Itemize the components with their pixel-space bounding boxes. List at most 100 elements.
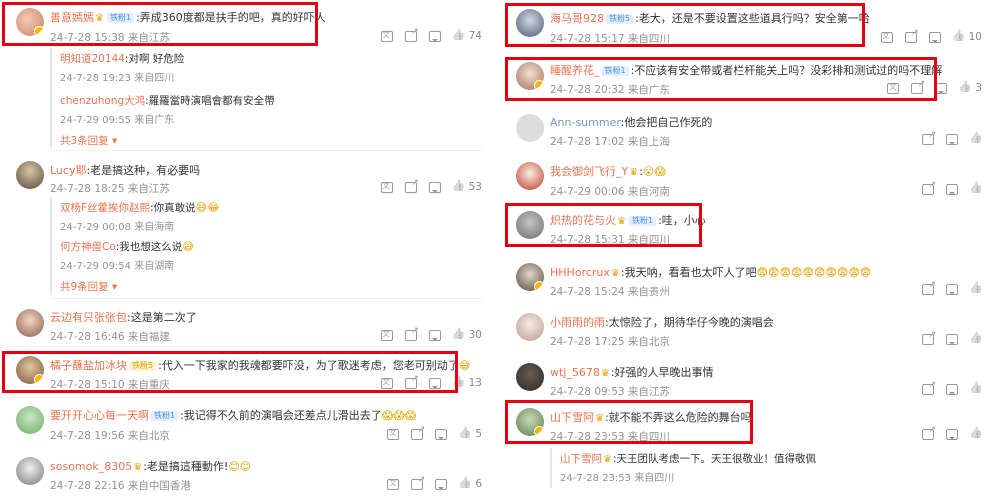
avatar[interactable] <box>516 408 544 436</box>
comment-item: 橘子蘸盐加冰块 铁粉5:代入一下我家的我魂都要吓没，为了歌迷考虑，您老可别动了😅 … <box>0 352 490 397</box>
share-icon[interactable] <box>411 425 425 440</box>
comment-username[interactable]: wtj_5678 <box>550 366 600 379</box>
reply-icon[interactable] <box>946 284 958 295</box>
reply-username[interactable]: 山下雪阿 <box>560 453 602 465</box>
reply-icon[interactable] <box>435 428 448 440</box>
reply-username[interactable]: 明知道20144 <box>60 53 125 65</box>
comment-username[interactable]: sosomok_8305 <box>50 460 132 473</box>
fan-badge: 铁粉1 <box>601 66 629 76</box>
reply-icon[interactable] <box>946 184 958 195</box>
translate-icon[interactable] <box>380 377 393 389</box>
like-icon[interactable] <box>959 83 971 94</box>
like-icon[interactable] <box>970 384 982 395</box>
comment-username[interactable]: 海马哥928 <box>550 12 604 25</box>
avatar[interactable] <box>516 263 544 291</box>
comment-username[interactable]: 小雨雨的雨 <box>550 316 605 329</box>
reply-username[interactable]: 何方神兽Co <box>60 241 116 253</box>
more-replies-link[interactable]: 共9条回复 ▾ <box>60 279 117 294</box>
comment-username[interactable]: 善意嫣嫣 <box>50 11 94 24</box>
like-icon[interactable] <box>970 334 982 345</box>
reply-icon[interactable] <box>935 82 948 94</box>
comment-text: :弄成360度都是扶手的吧，真的好吓人 <box>136 11 326 24</box>
comment-text: :好强的人早晚出事情 <box>610 366 714 379</box>
comment-username[interactable]: Lucy耶 <box>50 164 86 177</box>
fan-badge: 铁粉1 <box>106 13 135 23</box>
avatar[interactable] <box>16 8 44 36</box>
share-icon[interactable] <box>922 130 936 145</box>
translate-icon[interactable] <box>380 30 393 42</box>
avatar[interactable] <box>516 363 544 391</box>
reply-icon[interactable] <box>946 429 958 440</box>
comment-username[interactable]: Ann-summer <box>550 116 621 129</box>
share-icon[interactable] <box>911 79 925 94</box>
like-icon[interactable] <box>970 184 982 195</box>
comment-actions <box>922 180 982 195</box>
share-icon[interactable] <box>404 178 419 193</box>
avatar[interactable] <box>516 211 544 239</box>
comment-item: HHHorcrux♛:我天呐，看看也太吓人了吧😨😨😨😨😨😨😨😨😨😨 24-7-2… <box>500 258 990 306</box>
share-icon[interactable] <box>404 374 419 389</box>
avatar[interactable] <box>16 161 44 189</box>
translate-icon[interactable] <box>387 478 400 490</box>
avatar[interactable] <box>16 406 44 434</box>
reply-username[interactable]: chenzuhong大鸿 <box>60 95 145 107</box>
comment-username[interactable]: 山下雪阿 <box>550 411 594 424</box>
reply-icon[interactable] <box>946 384 958 395</box>
reply-icon[interactable] <box>428 329 441 341</box>
avatar[interactable] <box>16 356 44 384</box>
share-icon[interactable] <box>922 425 936 440</box>
translate-icon[interactable] <box>380 181 393 193</box>
comment-username[interactable]: 橘子蘸盐加冰块 <box>50 359 127 372</box>
avatar[interactable] <box>16 457 44 485</box>
share-icon[interactable] <box>404 27 419 42</box>
comment-username[interactable]: 睡醒养花_ <box>550 64 600 77</box>
avatar[interactable] <box>516 313 544 341</box>
avatar[interactable] <box>516 162 544 190</box>
share-icon[interactable] <box>922 330 936 345</box>
emoji-icon: 😅 <box>458 359 471 372</box>
like-icon[interactable] <box>453 31 465 42</box>
like-icon[interactable] <box>970 284 982 295</box>
like-icon[interactable] <box>459 479 471 490</box>
like-icon[interactable] <box>453 182 465 193</box>
avatar[interactable] <box>516 114 544 142</box>
translate-icon[interactable] <box>380 329 393 341</box>
more-replies-link[interactable]: 共3条回复 ▾ <box>60 133 117 148</box>
reply-icon[interactable] <box>946 134 958 145</box>
like-icon[interactable] <box>953 32 965 43</box>
comment-username[interactable]: 炽热的花与火 <box>550 214 616 227</box>
translate-icon[interactable] <box>880 31 893 43</box>
reply-icon[interactable] <box>946 334 958 345</box>
share-icon[interactable] <box>922 280 936 295</box>
comment-username[interactable]: 云边有只张张包 <box>50 311 127 324</box>
emoji-icon: 😅😂 <box>195 201 220 214</box>
like-icon[interactable] <box>970 429 982 440</box>
share-icon[interactable] <box>411 475 425 490</box>
like-icon[interactable] <box>459 429 471 440</box>
reply-icon[interactable] <box>428 30 441 42</box>
comment-text: :老是搞這種動作! <box>143 460 229 473</box>
comment-actions <box>922 380 982 395</box>
avatar[interactable] <box>16 309 44 337</box>
reply-icon[interactable] <box>428 181 441 193</box>
avatar[interactable] <box>516 62 544 90</box>
comment-date: 24-7-28 15:24 <box>550 286 625 298</box>
fan-badge: 铁粉1 <box>151 411 179 421</box>
share-icon[interactable] <box>922 180 936 195</box>
reply-username[interactable]: 双杨F丝藿挨你赵熙 <box>60 202 150 214</box>
share-icon[interactable] <box>404 326 419 341</box>
translate-icon[interactable] <box>387 428 400 440</box>
comment-username[interactable]: 我会御剑飞行_Y <box>550 165 628 178</box>
reply-icon[interactable] <box>428 377 441 389</box>
reply-icon[interactable] <box>435 478 448 490</box>
avatar[interactable] <box>516 9 544 37</box>
share-icon[interactable] <box>922 380 936 395</box>
like-icon[interactable] <box>453 330 465 341</box>
comment-username[interactable]: 要开开心心每一天啊 <box>50 409 149 422</box>
like-icon[interactable] <box>453 378 465 389</box>
share-icon[interactable] <box>904 28 919 43</box>
reply-icon[interactable] <box>928 31 941 43</box>
translate-icon[interactable] <box>887 82 900 94</box>
like-icon[interactable] <box>970 134 982 145</box>
comment-username[interactable]: HHHorcrux <box>550 266 610 279</box>
